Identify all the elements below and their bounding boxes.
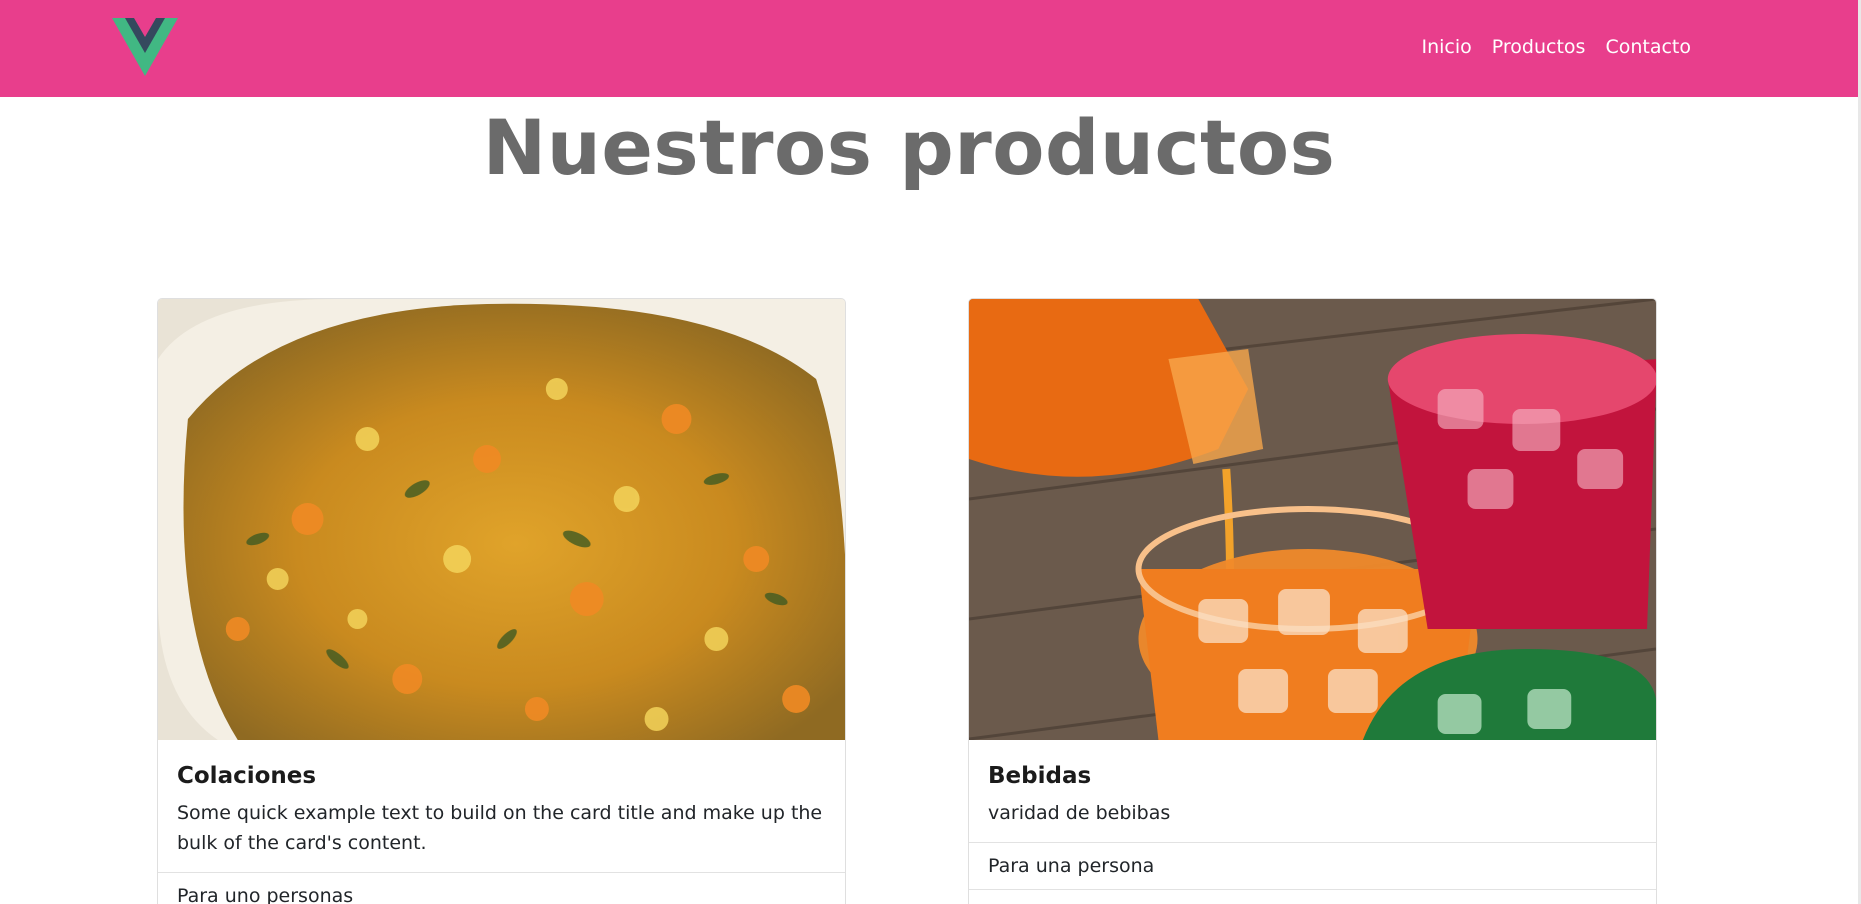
nav-link-inicio[interactable]: Inicio [1422, 34, 1472, 60]
vue-logo-icon[interactable] [112, 18, 178, 76]
card-body: Bebidas varidad de bebibas [969, 740, 1656, 842]
card-title: Colaciones [177, 763, 317, 789]
list-item: Para uno personas [158, 872, 845, 904]
card-text: varidad de bebibas [988, 802, 1171, 824]
nav-link-contacto[interactable]: Contacto [1605, 34, 1691, 60]
page-title: Nuestros productos [482, 103, 1336, 192]
list-item-empty [969, 889, 1656, 904]
navbar: Inicio Productos Contacto [0, 0, 1858, 97]
product-card-bebidas: Bebidas varidad de bebibas Para una pers… [968, 298, 1657, 904]
card-image-drinks [969, 299, 1656, 740]
card-text: Some quick example text to build on the … [177, 802, 823, 854]
list-item: Para una persona [969, 842, 1656, 889]
card-title: Bebidas [988, 763, 1092, 789]
card-body: Colaciones Some quick example text to bu… [158, 740, 845, 872]
product-card-colaciones: Colaciones Some quick example text to bu… [157, 298, 846, 904]
nav-link-productos[interactable]: Productos [1492, 34, 1586, 60]
card-image-food [158, 299, 845, 740]
nav-links: Inicio Productos Contacto [1422, 34, 1692, 60]
